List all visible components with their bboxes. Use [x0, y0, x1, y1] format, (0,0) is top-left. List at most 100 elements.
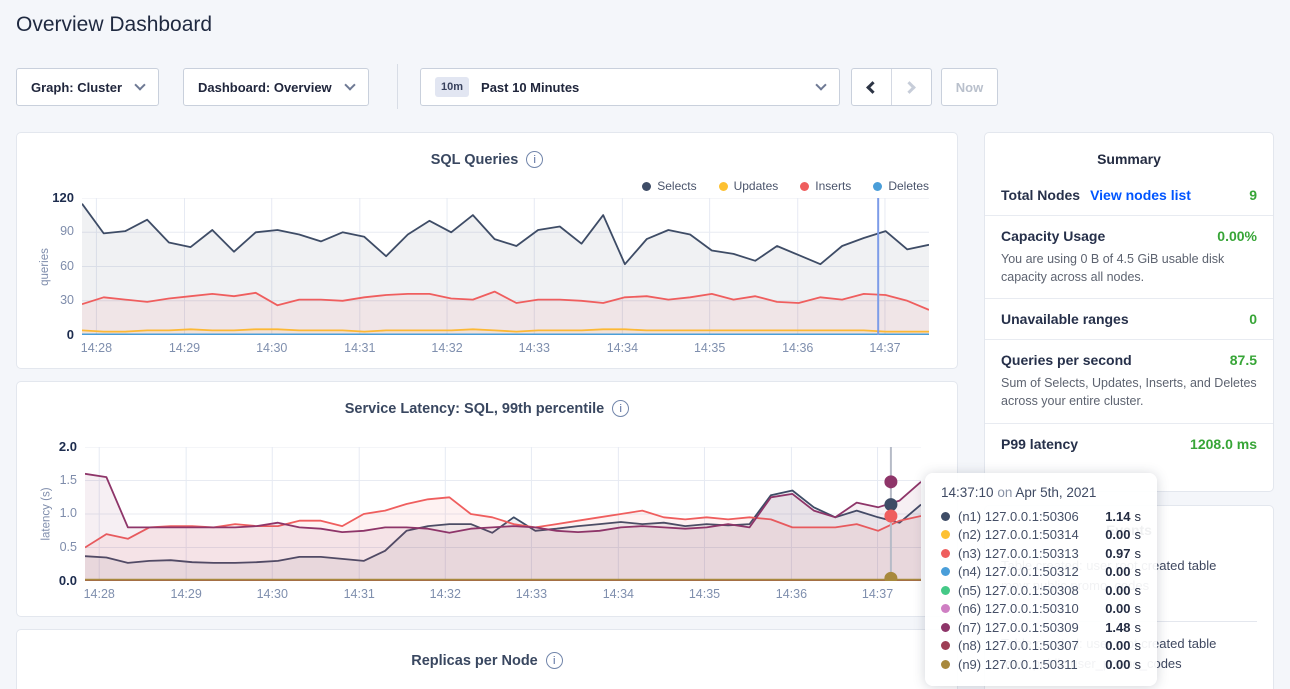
summary-panel: Summary Total NodesView nodes list9Capac… [984, 132, 1274, 492]
summary-row: Total NodesView nodes list9 [1001, 187, 1257, 203]
summary-label: Capacity Usage [1001, 228, 1105, 244]
legend-item-inserts: Inserts [800, 179, 851, 193]
summary-desc: Sum of Selects, Updates, Inserts, and De… [1001, 374, 1257, 410]
tooltip-node-row: (n7) 127.0.0.1:50309 1.48 s [941, 618, 1141, 637]
time-range-label: Past 10 Minutes [481, 80, 579, 95]
sql-queries-chart[interactable] [82, 198, 929, 335]
tooltip-node-unit: s [1135, 657, 1142, 672]
toolbar-divider [397, 64, 398, 109]
y-axis-tick: 60 [28, 259, 74, 273]
tooltip-node-row: (n8) 127.0.0.1:503070.00s [941, 637, 1141, 656]
y-axis-tick: 2.0 [31, 439, 77, 454]
summary-row: Unavailable ranges0 [1001, 311, 1257, 327]
summary-row: Queries per second87.5 [1001, 352, 1257, 368]
service-latency-panel: Service Latency: SQL, 99th percentile i … [16, 381, 958, 617]
summary-value: 0 [1249, 311, 1257, 327]
tooltip-node-label: (n9) 127.0.0.1:50311 [958, 657, 1078, 672]
series-dot [941, 530, 950, 539]
legend-label: Inserts [815, 179, 851, 193]
tooltip-node-value: 0.97 [1105, 546, 1130, 561]
service-latency-chart[interactable] [85, 447, 921, 581]
tooltip-node-label: (n1) 127.0.0.1:50306 [958, 509, 1079, 524]
time-range-dropdown[interactable]: 10m Past 10 Minutes [420, 68, 840, 106]
legend-label: Deletes [888, 179, 929, 193]
x-axis-tick: 14:33 [504, 341, 564, 355]
x-axis-tick: 14:34 [592, 341, 652, 355]
tooltip-node-label: (n7) 127.0.0.1:50309 [958, 620, 1079, 635]
x-axis-tick: 14:32 [415, 587, 475, 601]
legend-item-updates: Updates [719, 179, 779, 193]
summary-value: 9 [1249, 187, 1257, 203]
summary-item-total-nodes: Total NodesView nodes list9 [985, 175, 1273, 215]
tooltip-node-row: (n9) 127.0.0.1:50311 0.00 s [941, 655, 1141, 674]
chart-title: Replicas per Node [411, 653, 538, 669]
x-axis-tick: 14:36 [768, 341, 828, 355]
info-icon[interactable]: i [526, 151, 543, 168]
graph-scope-label: Graph: Cluster [31, 80, 122, 95]
chevron-down-icon [344, 79, 355, 90]
tooltip-node-unit: s [1135, 620, 1142, 635]
summary-title: Summary [985, 133, 1273, 175]
x-axis-tick: 14:32 [417, 341, 477, 355]
sql-legend: Selects Updates Inserts Deletes [642, 179, 929, 193]
next-time-button[interactable] [892, 69, 932, 105]
tooltip-node-label: (n2) 127.0.0.1:50314 [958, 527, 1079, 542]
info-icon[interactable]: i [612, 400, 629, 417]
tooltip-node-unit: s [1135, 509, 1142, 524]
x-axis-tick: 14:34 [588, 587, 648, 601]
tooltip-node-unit: s [1135, 601, 1142, 616]
y-axis-tick: 0.0 [31, 573, 77, 588]
tooltip-node-value: 1.14 [1105, 509, 1130, 524]
time-nav-group [851, 68, 932, 106]
series-dot [941, 549, 950, 558]
legend-dot [642, 182, 651, 191]
x-axis-tick: 14:30 [242, 587, 302, 601]
x-axis-tick: 14:37 [855, 341, 915, 355]
tooltip-node-unit: s [1135, 546, 1142, 561]
sql-queries-panel: SQL Queries i SelectsUpdatesInsertsDelet… [16, 132, 958, 369]
summary-row: Capacity Usage0.00% [1001, 228, 1257, 244]
summary-value: 1208.0 ms [1190, 436, 1257, 452]
view-nodes-list-link[interactable]: View nodes list [1090, 187, 1191, 203]
summary-label: Queries per second [1001, 352, 1132, 368]
tooltip-node-unit: s [1135, 564, 1142, 579]
x-axis-tick: 14:30 [242, 341, 302, 355]
tooltip-node-label: (n3) 127.0.0.1:50313 [958, 546, 1079, 561]
service-latency-title-row: Service Latency: SQL, 99th percentile i [17, 400, 957, 417]
summary-items: Total NodesView nodes list9Capacity Usag… [985, 175, 1273, 464]
tooltip-node-value: 0.00 [1105, 657, 1130, 672]
series-dot [941, 512, 950, 521]
x-axis-tick: 14:33 [501, 587, 561, 601]
x-axis-tick: 14:37 [848, 587, 908, 601]
now-button[interactable]: Now [941, 68, 998, 106]
y-axis-tick: 1.5 [31, 473, 77, 487]
tooltip-node-value: 0.00 [1105, 564, 1130, 579]
dashboard-dropdown[interactable]: Dashboard: Overview [183, 68, 369, 106]
summary-item-capacity-usage: Capacity Usage0.00%You are using 0 B of … [985, 215, 1273, 298]
tooltip-node-value: 1.48 [1105, 620, 1130, 635]
tooltip-node-label: (n4) 127.0.0.1:50312 [958, 564, 1079, 579]
y-axis-tick: 120 [28, 190, 74, 205]
tooltip-node-row: (n6) 127.0.0.1:503100.00s [941, 600, 1141, 619]
tooltip-node-row: (n5) 127.0.0.1:503080.00s [941, 581, 1141, 600]
x-axis-tick: 14:29 [154, 341, 214, 355]
tooltip-node-value: 0.00 [1105, 638, 1130, 653]
chevron-left-icon [866, 81, 879, 94]
info-icon[interactable]: i [546, 652, 563, 669]
replicas-title-row: Replicas per Node i [17, 652, 957, 669]
graph-scope-dropdown[interactable]: Graph: Cluster [16, 68, 159, 106]
series-dot [941, 660, 950, 669]
series-dot [941, 567, 950, 576]
chart-hover-tooltip: 14:37:10 on Apr 5th, 2021 (n1) 127.0.0.1… [925, 473, 1157, 686]
prev-time-button[interactable] [852, 69, 892, 105]
summary-item-p99-latency: P99 latency1208.0 ms [985, 423, 1273, 464]
summary-item-unavailable-ranges: Unavailable ranges0 [985, 298, 1273, 339]
tooltip-node-unit: s [1135, 638, 1142, 653]
legend-item-deletes: Deletes [873, 179, 929, 193]
legend-dot [800, 182, 809, 191]
page-title: Overview Dashboard [16, 13, 212, 37]
legend-label: Selects [657, 179, 696, 193]
x-axis-tick: 14:35 [674, 587, 734, 601]
y-axis-tick: 0 [28, 327, 74, 342]
series-dot [941, 604, 950, 613]
